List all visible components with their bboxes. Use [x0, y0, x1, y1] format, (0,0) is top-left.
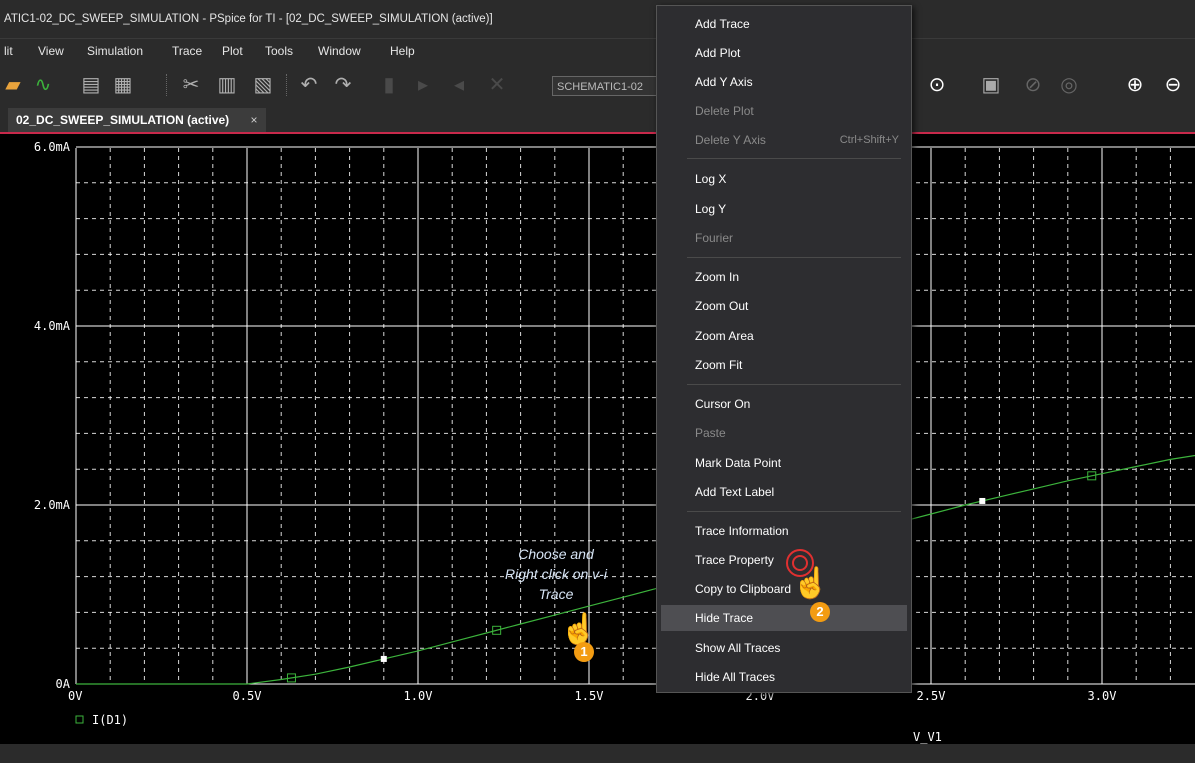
stop-icon[interactable]: ◎	[1056, 70, 1082, 100]
y-tick-label: 2.0mA	[34, 498, 71, 512]
menu-tools[interactable]: Tools	[265, 39, 293, 63]
menu-item-trace-property[interactable]: Trace Property	[661, 547, 907, 573]
undo-icon[interactable]: ↶	[296, 70, 322, 100]
paste-icon[interactable]: ▧	[250, 70, 276, 100]
menu-separator	[687, 511, 901, 512]
document-tab-bar: 02_DC_SWEEP_SIMULATION (active) ×	[0, 108, 1195, 134]
menu-help[interactable]: Help	[390, 39, 415, 63]
instruction-annotation: Choose and Right click on v-i Trace	[476, 544, 636, 604]
copy-icon[interactable]: ▥	[214, 70, 240, 100]
context-menu: Add Trace Add Plot Add Y Axis Delete Plo…	[656, 5, 912, 693]
menu-item-add-y-axis[interactable]: Add Y Axis	[661, 69, 907, 95]
menu-item-add-plot[interactable]: Add Plot	[661, 40, 907, 66]
x-axis-label: V_V1	[913, 730, 942, 744]
print-icon[interactable]: ▦	[110, 70, 136, 100]
bookmark-prev-icon: ◂	[453, 74, 465, 96]
menu-item-trace-information[interactable]: Trace Information	[661, 518, 907, 544]
x-tick-label: 2.5V	[917, 689, 946, 703]
toolbar: ▰ ∿ ▤ ▦ ✂ ▥ ▧ ↶ ↷ ▮ ▸ ◂ ✕ SCHEMATIC1-02 …	[0, 62, 1195, 108]
run-icon[interactable]: ⊙	[924, 70, 950, 100]
x-tick-label: 1.0V	[404, 689, 433, 703]
menu-item-zoom-in[interactable]: Zoom In	[661, 264, 907, 290]
probe-plot[interactable]: 6.0mA4.0mA2.0mA0A0V 0.5V 1.0V 1.5V 2.0V 2.5V 3…	[0, 134, 1195, 744]
menu-item-zoom-out[interactable]: Zoom Out	[661, 293, 907, 319]
menu-separator	[687, 384, 901, 385]
menu-item-log-x[interactable]: Log X	[661, 166, 907, 192]
menu-bar: lit View Simulation Trace Plot Tools Win…	[0, 38, 1195, 62]
menu-item-log-y[interactable]: Log Y	[661, 196, 907, 222]
toolbar-separator	[286, 74, 289, 96]
cut-icon[interactable]: ✂	[178, 70, 204, 100]
menu-plot[interactable]: Plot	[222, 39, 243, 63]
menu-item-label: Delete Y Axis	[695, 133, 766, 147]
menu-edit[interactable]: lit	[4, 39, 13, 63]
menu-item-show-all-traces[interactable]: Show All Traces	[661, 635, 907, 661]
x-tick-label: 1.5V	[575, 689, 604, 703]
y-tick-label: 6.0mA	[34, 140, 71, 154]
toolbar-separator	[166, 74, 169, 96]
data-point-marker	[979, 497, 986, 504]
tab-label: 02_DC_SWEEP_SIMULATION (active)	[16, 113, 230, 127]
menu-item-paste: Paste	[695, 426, 726, 440]
step-2-badge: 2	[810, 602, 830, 622]
save-icon[interactable]: ▤	[78, 70, 104, 100]
x-tick-label: 3.0V	[1088, 689, 1117, 703]
x-tick-label: 0V	[68, 689, 82, 703]
tab-close-button[interactable]: ×	[251, 113, 258, 127]
step-1-badge: 1	[574, 642, 594, 662]
bookmark-next-icon: ▸	[417, 74, 429, 96]
plot-background	[0, 134, 1195, 744]
zoom-out-icon[interactable]: ⊖	[1160, 70, 1186, 100]
menu-item-delete-plot: Delete Plot	[695, 104, 754, 118]
annotation-line-3: Trace	[538, 586, 574, 602]
pointer-hand-icon: ☝	[560, 613, 598, 646]
window-title: ATIC1-02_DC_SWEEP_SIMULATION - PSpice fo…	[0, 0, 1195, 38]
menu-item-fourier: Fourier	[695, 231, 734, 245]
menu-item-zoom-area[interactable]: Zoom Area	[661, 323, 907, 349]
menu-view[interactable]: View	[38, 39, 64, 63]
open-folder-icon[interactable]: ▰	[0, 70, 26, 100]
menu-item-hide-all-traces[interactable]: Hide All Traces	[661, 664, 907, 690]
pause-icon[interactable]: ⊘	[1020, 70, 1046, 100]
data-point-marker	[380, 655, 387, 662]
menu-trace[interactable]: Trace	[172, 39, 202, 63]
redo-icon[interactable]: ↷	[330, 70, 356, 100]
schematic-select[interactable]: SCHEMATIC1-02	[552, 76, 662, 96]
zoom-in-icon[interactable]: ⊕	[1122, 70, 1148, 100]
status-strip	[0, 744, 1195, 763]
tab-dc-sweep[interactable]: 02_DC_SWEEP_SIMULATION (active) ×	[8, 108, 266, 132]
menu-item-copy-to-clipboard[interactable]: Copy to Clipboard	[661, 576, 907, 602]
annotation-line-2: Right click on v-i	[505, 566, 607, 582]
menu-window[interactable]: Window	[318, 39, 361, 63]
x-tick-label: 0.5V	[233, 689, 262, 703]
waveform-icon[interactable]: ∿	[30, 70, 56, 100]
bookmark-icon: ▮	[383, 74, 395, 96]
menu-item-add-text-label[interactable]: Add Text Label	[661, 479, 907, 505]
menu-separator	[687, 257, 901, 258]
menu-item-zoom-fit[interactable]: Zoom Fit	[661, 352, 907, 378]
menu-item-hide-trace[interactable]: Hide Trace	[661, 605, 907, 631]
y-tick-label: 4.0mA	[34, 319, 71, 333]
pointer-hand-icon: ☝	[792, 567, 830, 600]
legend-label[interactable]: I(D1)	[92, 713, 128, 727]
menu-item-delete-y-axis: Delete Y Axis Ctrl+Shift+Y	[661, 127, 907, 153]
save-results-icon[interactable]: ▣	[978, 70, 1004, 100]
menu-item-add-trace[interactable]: Add Trace	[661, 11, 907, 37]
annotation-line-1: Choose and	[518, 546, 594, 562]
menu-simulation[interactable]: Simulation	[87, 39, 143, 63]
menu-item-shortcut: Ctrl+Shift+Y	[839, 134, 899, 146]
menu-item-mark-data-point[interactable]: Mark Data Point	[661, 450, 907, 476]
menu-item-cursor-on[interactable]: Cursor On	[661, 391, 907, 417]
bookmark-clear-icon: ✕	[488, 74, 506, 96]
menu-separator	[687, 158, 901, 159]
